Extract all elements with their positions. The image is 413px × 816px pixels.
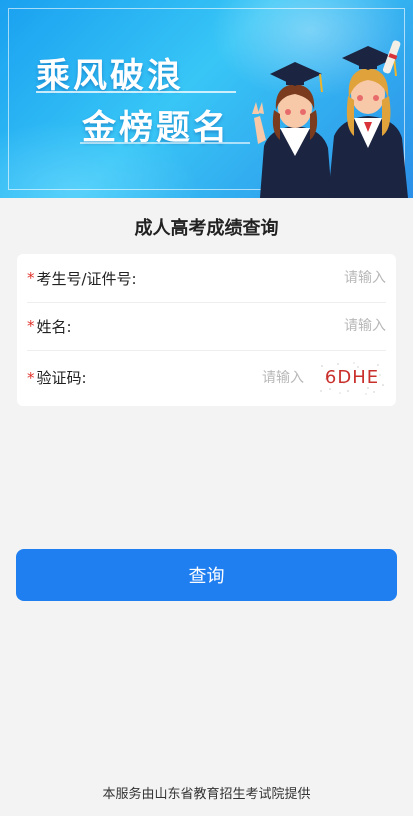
required-mark: * bbox=[27, 317, 35, 335]
banner-slogan-line1: 乘风破浪 bbox=[36, 56, 184, 96]
required-mark: * bbox=[27, 269, 35, 287]
query-form: * 考生号/证件号: * 姓名: * 验证码: 6DHE bbox=[17, 254, 396, 406]
name-row: * 姓名: bbox=[27, 302, 386, 351]
exam-id-label: 考生号/证件号: bbox=[36, 269, 137, 288]
name-label: 姓名: bbox=[36, 317, 72, 336]
header-banner: 乘风破浪 金榜题名 bbox=[0, 0, 413, 198]
name-input[interactable] bbox=[71, 318, 386, 334]
graduates-illustration bbox=[252, 40, 408, 198]
captcha-code: 6DHE bbox=[324, 367, 380, 388]
banner-divider bbox=[80, 142, 250, 144]
page-title: 成人高考成绩查询 bbox=[134, 218, 279, 239]
query-button[interactable]: 查询 bbox=[16, 549, 397, 601]
exam-id-input[interactable] bbox=[136, 270, 386, 286]
exam-id-row: * 考生号/证件号: bbox=[27, 254, 386, 303]
required-mark: * bbox=[27, 368, 35, 387]
captcha-input[interactable] bbox=[86, 369, 304, 386]
footer-provider-text: 本服务由山东省教育招生考试院提供 bbox=[102, 787, 311, 802]
banner-divider bbox=[36, 91, 236, 93]
captcha-label: 验证码: bbox=[36, 369, 87, 387]
captcha-image[interactable]: 6DHE bbox=[318, 360, 386, 395]
captcha-row: * 验证码: 6DHE bbox=[27, 350, 386, 405]
